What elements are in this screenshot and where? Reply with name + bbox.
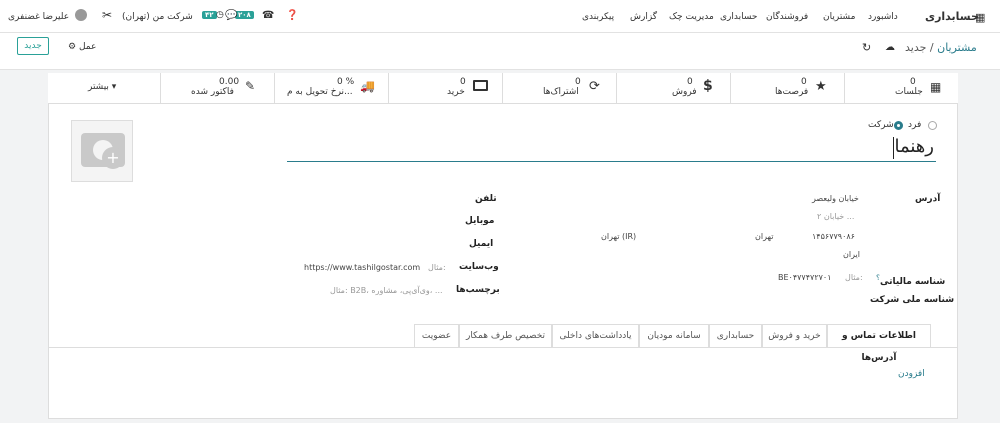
city-field[interactable]: تهران <box>755 232 773 241</box>
tax-id-label-text: شناسه مالیاتی <box>879 277 946 287</box>
street-field[interactable]: خیابان ولیعصر <box>812 194 859 203</box>
stat-purchases[interactable]: 0 خرید <box>389 73 503 103</box>
stat-more-label: بیشتر ▾ <box>88 82 117 92</box>
tags-field[interactable]: مثال: B2B، وی‌آی‌پی، مشاوره، ... <box>330 286 443 295</box>
avatar[interactable] <box>75 9 87 21</box>
star-icon: ★ <box>815 79 827 94</box>
stat-label: نرخ تحویل به م... <box>287 87 353 97</box>
control-panel: مشتریان / جدید ☁ ↻ جدید ⚙ عمل <box>0 33 1000 70</box>
nav-accounting[interactable]: حسابداری <box>720 12 757 22</box>
nav-configuration[interactable]: پیکربندی <box>582 12 614 22</box>
address-label: آدرس <box>915 194 941 204</box>
gear-icon: ⚙ <box>68 42 77 52</box>
tab-partner-assignment[interactable]: تخصیص طرف همکار <box>459 324 552 348</box>
tab-moadian[interactable]: سامانه مودیان <box>639 324 709 348</box>
app-title[interactable]: حسابداری <box>925 10 979 23</box>
tab-contacts-addresses[interactable]: اطلاعات تماس و آدرس‌ها <box>827 324 931 363</box>
stat-label: فرصت‌ها <box>775 87 809 97</box>
phone-label: تلفن <box>475 194 497 204</box>
nav-report[interactable]: گزارش <box>630 12 657 22</box>
stat-ontime-delivery[interactable]: 🚚 0 % نرخ تحویل به م... <box>275 73 389 103</box>
tab-purchase-sales[interactable]: خرید و فروش <box>762 324 827 348</box>
name-value: رهنما <box>894 136 934 157</box>
tax-id-field[interactable]: BE۰۴۷۷۴۷۲۷۰۱ <box>778 273 832 282</box>
state-field[interactable]: تهران (IR) <box>601 232 636 241</box>
tabs-underline <box>48 347 958 348</box>
action-label: عمل <box>78 42 97 52</box>
radio-company-label: شرکت <box>868 120 894 130</box>
stat-value: 0 % <box>337 77 355 87</box>
stat-value: 0 <box>460 77 466 87</box>
name-field[interactable]: رهنما <box>287 134 936 162</box>
cloud-save-icon[interactable]: ☁ <box>885 42 895 53</box>
tab-internal-notes[interactable]: یادداشت‌های داخلی <box>552 324 639 348</box>
user-name[interactable]: علیرضا غضنفری <box>8 12 69 22</box>
stat-label: فاکتور شده <box>191 87 234 97</box>
radio-person[interactable] <box>928 121 937 130</box>
stat-more[interactable]: بیشتر ▾ <box>48 73 161 103</box>
email-label: ایمیل <box>469 239 494 249</box>
tags-label: برچسب‌ها <box>456 285 500 295</box>
breadcrumb-current: جدید <box>905 41 927 54</box>
tab-membership[interactable]: عضویت <box>414 324 459 348</box>
website-label: وب‌سایت <box>459 262 499 272</box>
top-navbar: ▦ حسابداری داشبورد مشتریان فروشندگان حسا… <box>0 0 1000 33</box>
voip-icon[interactable]: ☎ <box>262 10 274 21</box>
image-upload[interactable]: + <box>71 120 133 182</box>
stat-label: اشتراک‌ها <box>543 87 579 97</box>
action-menu[interactable]: ⚙ عمل <box>68 42 96 52</box>
stat-label: خرید <box>447 87 465 97</box>
stat-value: 0 <box>687 77 693 87</box>
plus-badge: + <box>102 147 124 169</box>
card-icon <box>473 80 488 91</box>
website-placeholder: مثال: <box>428 263 446 272</box>
stat-meetings[interactable]: ▦ 0 جلسات <box>845 73 958 103</box>
country-field[interactable]: ایران <box>843 250 860 259</box>
activity-badge[interactable]: ۴۲ <box>202 10 217 20</box>
tax-id-placeholder: مثال: <box>845 273 863 282</box>
company-switcher[interactable]: شرکت من (تهران) <box>122 12 193 22</box>
national-id-label: شناسه ملی شرکت <box>870 295 955 305</box>
breadcrumb: مشتریان / جدید <box>905 41 977 54</box>
tools-icon[interactable]: ✂ <box>102 8 112 22</box>
dollar-icon: $ <box>703 78 713 94</box>
radio-company[interactable] <box>894 121 903 130</box>
refresh-icon: ⟳ <box>589 79 600 94</box>
messages-badge[interactable]: ۲۰۸ <box>235 10 254 20</box>
tab-accounting[interactable]: حسابداری <box>709 324 762 348</box>
edit-icon: ✎ <box>245 79 256 93</box>
stat-value: 0 <box>801 77 807 87</box>
stat-value: 0.00 <box>219 77 240 87</box>
new-button[interactable]: جدید <box>17 37 49 55</box>
tax-id-label: شناسه مالیاتی؟ <box>876 273 945 287</box>
nav-customers[interactable]: مشتریان <box>823 12 855 22</box>
stat-label: جلسات <box>895 87 923 97</box>
stat-invoiced[interactable]: ✎ 0.00 فاکتور شده <box>161 73 275 103</box>
mobile-label: موبایل <box>465 216 495 226</box>
street2-field[interactable]: خیابان ۲ ... <box>817 212 854 221</box>
radio-person-label: فرد <box>908 120 922 130</box>
breadcrumb-parent[interactable]: مشتریان <box>937 41 977 54</box>
clock-icon[interactable]: ◷ <box>216 10 224 20</box>
stat-label: فروش <box>672 87 697 97</box>
chat-icon[interactable]: 💬 <box>225 10 237 21</box>
stat-sales[interactable]: $ 0 فروش <box>617 73 731 103</box>
discard-icon[interactable]: ↻ <box>862 41 871 54</box>
website-field[interactable]: https://www.tashilgostar.com <box>304 263 420 272</box>
truck-icon: 🚚 <box>360 79 375 93</box>
zip-field[interactable]: ۱۴۵۶۷۷۹۰۸۶ <box>812 232 855 241</box>
stat-opportunities[interactable]: ★ 0 فرصت‌ها <box>731 73 845 103</box>
stat-value: 0 <box>575 77 581 87</box>
nav-check-management[interactable]: مدیریت چک <box>669 12 714 22</box>
help-icon[interactable]: ❓ <box>286 10 298 21</box>
nav-dashboard[interactable]: داشبورد <box>868 12 898 22</box>
add-contact-link[interactable]: افزودن <box>898 369 925 379</box>
calendar-icon: ▦ <box>930 80 942 94</box>
stat-subscriptions[interactable]: ⟳ 0 اشتراک‌ها <box>503 73 617 103</box>
nav-vendors[interactable]: فروشندگان <box>766 12 808 22</box>
stat-value: 0 <box>910 77 916 87</box>
